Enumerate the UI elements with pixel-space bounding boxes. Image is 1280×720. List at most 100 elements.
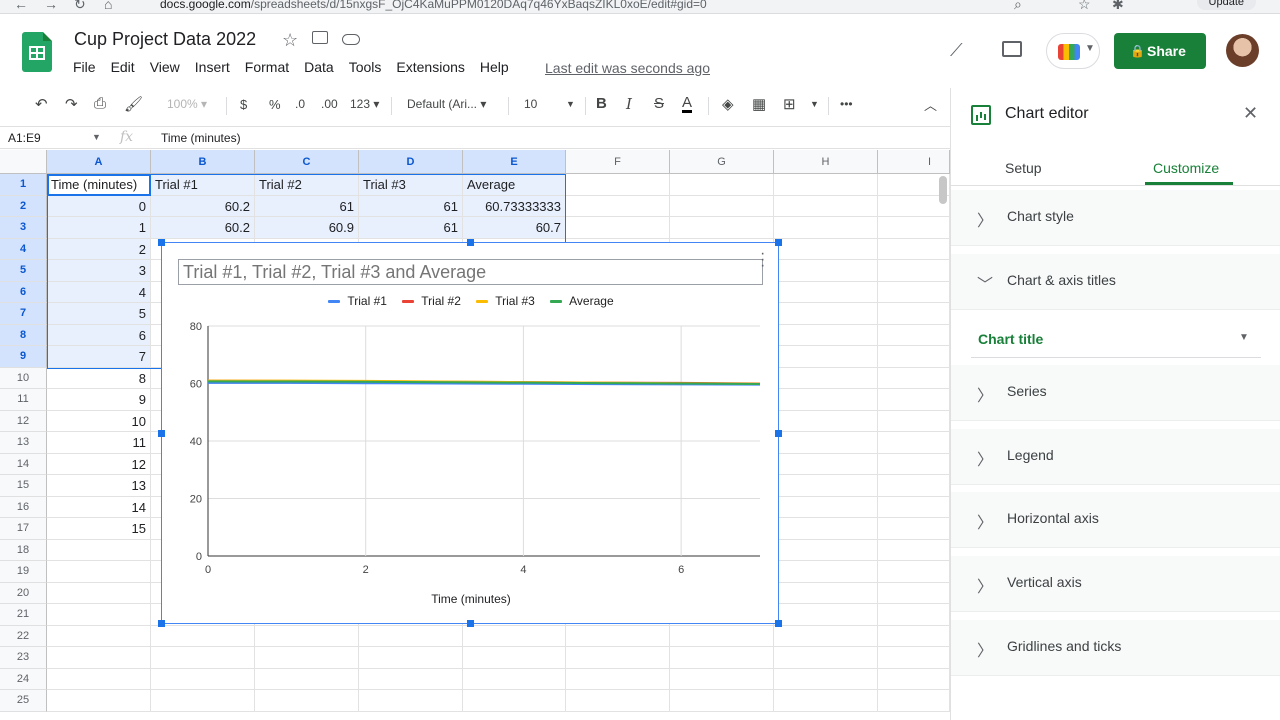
bold-button[interactable]: B <box>596 95 607 112</box>
merge-dropdown-icon[interactable]: ▼ <box>810 99 819 109</box>
strikethrough-button[interactable]: S <box>654 95 664 112</box>
grid-cell[interactable] <box>774 324 878 346</box>
row-header[interactable]: 9 <box>0 346 47 368</box>
column-header[interactable]: D <box>359 150 463 174</box>
grid-cell[interactable] <box>670 174 774 196</box>
grid-cell[interactable]: Average <box>463 174 566 196</box>
font-size-dropdown-icon[interactable]: ▼ <box>566 99 575 109</box>
home-icon[interactable]: ⌂ <box>104 0 112 12</box>
grid-cell[interactable] <box>878 668 950 690</box>
grid-cell[interactable] <box>255 647 359 669</box>
row-header[interactable]: 16 <box>0 496 47 518</box>
grid-cell[interactable] <box>774 539 878 561</box>
name-box[interactable]: A1:E9 <box>8 131 41 145</box>
grid-cell[interactable]: 60.9 <box>255 217 359 239</box>
grid-cell[interactable]: 60.7 <box>463 217 566 239</box>
chart-title[interactable]: Trial #1, Trial #2, Trial #3 and Average <box>183 262 486 283</box>
row-header[interactable]: 21 <box>0 604 47 626</box>
grid-cell[interactable] <box>774 604 878 626</box>
italic-button[interactable]: I <box>626 95 632 113</box>
column-header[interactable]: I <box>878 150 950 174</box>
grid-cell[interactable] <box>774 453 878 475</box>
grid-cell[interactable] <box>774 367 878 389</box>
menu-extensions[interactable]: Extensions <box>396 59 464 75</box>
grid-cell[interactable] <box>670 690 774 712</box>
grid-cell[interactable]: 7 <box>47 346 151 368</box>
legend-item[interactable]: Trial #2 <box>402 294 461 308</box>
paint-format-icon[interactable]: 🖌 <box>124 95 143 113</box>
close-icon[interactable]: ✕ <box>1243 103 1258 124</box>
document-title[interactable]: Cup Project Data 2022 <box>74 29 256 50</box>
grid-cell[interactable] <box>878 582 950 604</box>
row-header[interactable]: 4 <box>0 238 47 260</box>
grid-cell[interactable]: 10 <box>47 410 151 432</box>
move-folder-icon[interactable] <box>312 31 328 44</box>
grid-cell[interactable] <box>774 281 878 303</box>
grid-cell[interactable] <box>774 346 878 368</box>
grid-cell[interactable] <box>151 668 255 690</box>
grid-cell[interactable] <box>878 260 950 282</box>
font-size-input[interactable]: 10 <box>524 97 537 111</box>
grid-cell[interactable] <box>878 539 950 561</box>
grid-cell[interactable]: Trial #3 <box>359 174 463 196</box>
grid-cell[interactable] <box>47 539 151 561</box>
grid-cell[interactable]: Time (minutes) <box>47 174 151 196</box>
grid-cell[interactable]: Trial #2 <box>255 174 359 196</box>
grid-cell[interactable] <box>47 561 151 583</box>
grid-cell[interactable] <box>670 625 774 647</box>
grid-cell[interactable]: 60.2 <box>151 217 255 239</box>
fill-color-icon[interactable]: ◈ <box>722 95 734 113</box>
row-header[interactable]: 25 <box>0 690 47 712</box>
chart-menu-icon[interactable]: · · · <box>760 246 765 274</box>
grid-cell[interactable] <box>878 281 950 303</box>
grid-cell[interactable] <box>878 690 950 712</box>
comments-icon[interactable] <box>1002 41 1022 57</box>
grid-cell[interactable] <box>670 668 774 690</box>
row-header[interactable]: 24 <box>0 668 47 690</box>
grid-cell[interactable] <box>670 217 774 239</box>
legend-item[interactable]: Average <box>550 294 614 308</box>
menu-tools[interactable]: Tools <box>349 59 382 75</box>
resize-handle[interactable] <box>467 620 474 627</box>
grid-cell[interactable] <box>463 625 566 647</box>
borders-icon[interactable]: ▦ <box>752 95 766 113</box>
grid-cell[interactable]: 14 <box>47 496 151 518</box>
column-header[interactable]: H <box>774 150 878 174</box>
grid-cell[interactable] <box>463 647 566 669</box>
title-type-select[interactable]: Chart title ▼ <box>971 320 1261 358</box>
font-select[interactable]: Default (Ari... ▾ <box>407 97 486 111</box>
grid-cell[interactable] <box>774 668 878 690</box>
extensions-icon[interactable]: ✱ <box>1112 0 1124 13</box>
grid-cell[interactable] <box>774 432 878 454</box>
grid-cell[interactable]: 60.2 <box>151 195 255 217</box>
resize-handle[interactable] <box>158 239 165 246</box>
grid-cell[interactable] <box>878 303 950 325</box>
grid-cell[interactable] <box>47 582 151 604</box>
grid-cell[interactable]: 8 <box>47 367 151 389</box>
grid-cell[interactable] <box>47 647 151 669</box>
grid-cell[interactable]: 6 <box>47 324 151 346</box>
grid-cell[interactable] <box>878 389 950 411</box>
column-header[interactable]: F <box>566 150 670 174</box>
resize-handle[interactable] <box>775 239 782 246</box>
decrease-decimal-button[interactable]: .0 <box>295 97 305 111</box>
reload-icon[interactable]: ↻ <box>74 0 86 13</box>
merge-cells-icon[interactable]: ⊞ <box>783 95 796 113</box>
section-series[interactable]: 〉 Series <box>951 365 1280 421</box>
column-header[interactable]: A <box>47 150 151 174</box>
grid-cell[interactable] <box>774 174 878 196</box>
grid-cell[interactable] <box>774 303 878 325</box>
undo-icon[interactable]: ↶ <box>35 95 48 113</box>
grid-cell[interactable] <box>566 174 670 196</box>
grid-cell[interactable]: 1 <box>47 217 151 239</box>
row-header[interactable]: 10 <box>0 367 47 389</box>
resize-handle[interactable] <box>775 620 782 627</box>
row-header[interactable]: 23 <box>0 647 47 669</box>
grid-cell[interactable]: 61 <box>255 195 359 217</box>
column-header[interactable]: E <box>463 150 566 174</box>
search-icon[interactable]: ⌕ <box>1014 0 1022 13</box>
collapse-menus-icon[interactable]: ︿ <box>924 95 937 114</box>
grid-cell[interactable] <box>878 496 950 518</box>
forward-icon[interactable]: → <box>44 0 58 12</box>
resize-handle[interactable] <box>158 620 165 627</box>
